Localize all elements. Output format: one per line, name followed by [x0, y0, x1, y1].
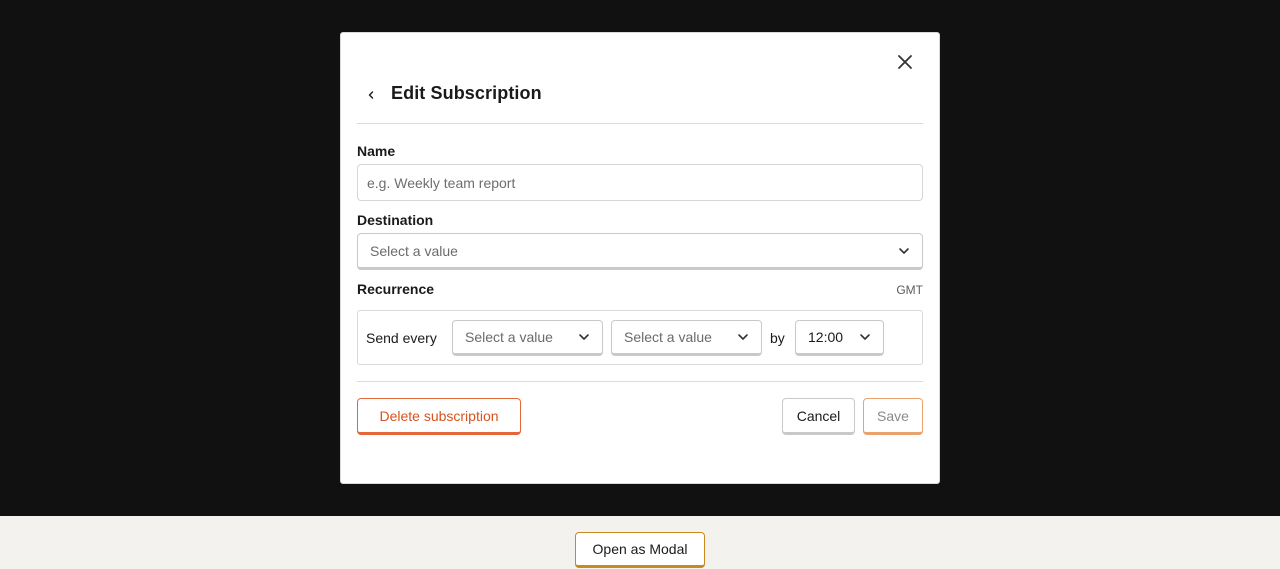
time-select[interactable]: 12:00: [795, 320, 884, 356]
chevron-down-icon: [859, 331, 871, 343]
destination-select[interactable]: Select a value: [357, 233, 923, 270]
name-label: Name: [357, 143, 396, 159]
by-label: by: [770, 330, 785, 346]
recurrence-row: Send every Select a value Select a value…: [357, 310, 923, 365]
chevron-left-icon: [368, 91, 374, 99]
send-every-label: Send every: [366, 330, 437, 346]
edit-subscription-modal: Edit Subscription Name Destination Selec…: [340, 32, 940, 484]
back-button[interactable]: [363, 87, 379, 103]
close-icon: [898, 55, 912, 69]
close-button[interactable]: [893, 50, 917, 74]
timezone-label: GMT: [896, 283, 923, 297]
day-select[interactable]: Select a value: [611, 320, 762, 356]
open-as-modal-button[interactable]: Open as Modal: [575, 532, 705, 568]
save-button[interactable]: Save: [863, 398, 923, 435]
modal-header: Edit Subscription: [357, 81, 923, 124]
chevron-down-icon: [737, 331, 749, 343]
chevron-down-icon: [578, 331, 590, 343]
delete-subscription-button[interactable]: Delete subscription: [357, 398, 521, 435]
day-select-value: Select a value: [624, 329, 712, 345]
name-input[interactable]: [357, 164, 923, 201]
destination-label: Destination: [357, 212, 434, 228]
frequency-select-value: Select a value: [465, 329, 553, 345]
destination-select-value: Select a value: [370, 242, 458, 259]
footer-divider: [357, 381, 923, 382]
chevron-down-icon: [898, 245, 910, 257]
time-select-value: 12:00: [808, 329, 844, 345]
frequency-select[interactable]: Select a value: [452, 320, 603, 356]
recurrence-label: Recurrence: [357, 281, 435, 297]
cancel-button[interactable]: Cancel: [782, 398, 855, 435]
modal-title: Edit Subscription: [391, 83, 542, 103]
